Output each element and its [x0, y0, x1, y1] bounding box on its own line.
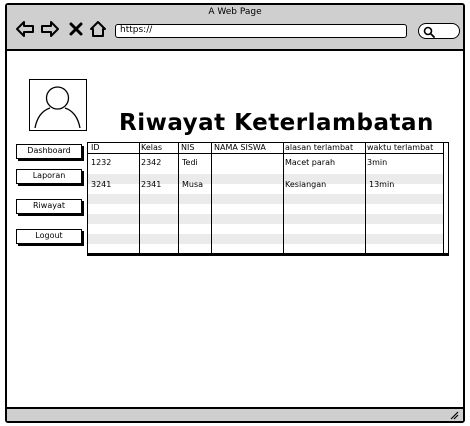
- column-header-id: ID: [91, 143, 100, 152]
- riwayat-table: ID Kelas NIS NAMA SISWA alasan terlambat…: [87, 142, 449, 256]
- search-button[interactable]: [418, 23, 460, 39]
- sidebar-item-laporan[interactable]: Laporan: [16, 169, 82, 184]
- avatar: [29, 79, 87, 131]
- table-cell: Macet parah: [285, 158, 336, 167]
- sidebar-item-dashboard[interactable]: Dashboard: [16, 144, 82, 159]
- page-title: Riwayat Keterlambatan: [119, 110, 434, 136]
- table-cell: Tedi: [182, 158, 198, 167]
- table-scrollbar[interactable]: [443, 143, 448, 255]
- close-icon[interactable]: [69, 22, 83, 36]
- search-icon: [423, 26, 435, 38]
- table-cell: 3min: [367, 158, 388, 167]
- column-header-alasan: alasan terlambat: [285, 143, 354, 152]
- home-icon[interactable]: [89, 20, 107, 38]
- back-arrow-icon[interactable]: [15, 20, 35, 38]
- table-cell: Kesiangan: [285, 180, 327, 189]
- sidebar-item-riwayat[interactable]: Riwayat: [16, 199, 82, 214]
- sidebar-item-logout[interactable]: Logout: [16, 229, 82, 244]
- status-bar: [7, 407, 463, 421]
- table-cell: Musa: [182, 180, 204, 189]
- column-header-waktu: waktu terlambat: [367, 143, 434, 152]
- column-header-nama-siswa: NAMA SISWA: [214, 143, 266, 152]
- window-title: A Web Page: [208, 7, 262, 17]
- url-input[interactable]: https://: [115, 24, 407, 38]
- table-cell: 3241: [91, 180, 112, 189]
- browser-window: A Web Page https:// Riwayat Keterlambata…: [5, 3, 465, 423]
- forward-arrow-icon[interactable]: [40, 20, 60, 38]
- browser-titlebar: A Web Page https://: [7, 5, 463, 51]
- table-cell: 13min: [369, 180, 395, 189]
- table-cell: 2342: [141, 158, 162, 167]
- user-icon: [34, 86, 81, 129]
- table-cell: 2341: [141, 180, 162, 189]
- column-header-kelas: Kelas: [141, 143, 163, 152]
- resize-grip-icon[interactable]: [449, 410, 459, 420]
- column-header-nis: NIS: [181, 143, 195, 152]
- table-cell: 1232: [91, 158, 112, 167]
